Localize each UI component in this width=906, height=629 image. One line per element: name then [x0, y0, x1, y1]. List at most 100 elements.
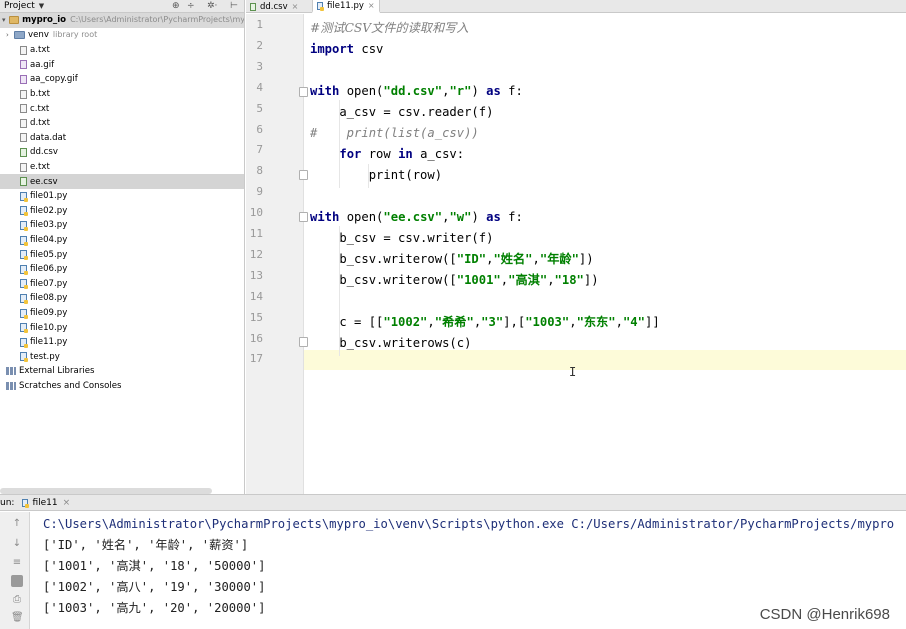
code-line-12: b_csv.writerow(["ID","姓名","年龄"]) — [310, 252, 594, 266]
tree-item-file[interactable]: b.txt — [0, 87, 244, 102]
tree-item-file[interactable]: c.txt — [0, 101, 244, 116]
tab-label: dd.csv — [260, 1, 288, 12]
tree-item-file[interactable]: test.py — [0, 350, 244, 365]
python-file-icon — [20, 308, 28, 319]
chevron-right-icon[interactable]: › — [6, 28, 14, 42]
tree-item-label: venv — [28, 30, 49, 41]
code-editor: dd.csv × file11.py × 1 2 3 4 5 6 7 8 9 10 11 12 13 14… — [246, 0, 906, 494]
line-number: 12 — [249, 247, 263, 261]
code-line-16: b_csv.writerows(c) — [310, 336, 472, 350]
tree-item-file[interactable]: dd.csv — [0, 145, 244, 160]
tree-item-file[interactable]: ee.csv — [0, 174, 244, 189]
line-number: 5 — [256, 101, 263, 115]
root-folder-path: C:\Users\Administrator\PycharmProjects\m… — [70, 15, 245, 25]
arrow-up-icon[interactable]: ↑ — [11, 518, 23, 530]
fold-marker-icon[interactable] — [299, 212, 308, 222]
scroll-to-end-icon[interactable] — [11, 575, 23, 587]
close-icon[interactable]: × — [63, 498, 71, 508]
run-tab-label: file11 — [32, 497, 58, 508]
tree-item-file[interactable]: aa.gif — [0, 58, 244, 73]
tree-item-file[interactable]: aa_copy.gif — [0, 72, 244, 87]
editor-tab-bar: dd.csv × file11.py × — [246, 0, 906, 13]
txt-file-icon — [20, 162, 27, 172]
python-file-icon — [20, 279, 28, 290]
tree-item-label: file09.py — [30, 308, 68, 319]
run-tab-file11[interactable]: file11 × — [22, 498, 70, 508]
collapse-icon[interactable]: ÷ — [187, 1, 195, 11]
gear-icon[interactable]: ✲· — [207, 1, 217, 11]
tree-item-label: file07.py — [30, 278, 68, 289]
tree-item-label: file04.py — [30, 235, 68, 246]
fold-marker-icon[interactable] — [299, 170, 308, 180]
code-area[interactable]: #测试CSV文件的读取和写入 import csv with open("dd.… — [310, 14, 906, 494]
tree-item-file[interactable]: file07.py — [0, 277, 244, 292]
console-line: ['1001', '高淇', '18', '50000'] — [43, 559, 266, 573]
dat-file-icon — [20, 133, 27, 143]
hide-icon[interactable]: ⊢ — [230, 1, 238, 11]
python-file-icon — [20, 323, 28, 334]
tree-item-label: d.txt — [30, 118, 51, 129]
run-panel-label: un: — [0, 497, 15, 508]
python-file-icon — [20, 293, 28, 304]
tree-item-scratches[interactable]: Scratches and Consoles — [0, 379, 244, 394]
python-file-icon — [20, 235, 28, 246]
tree-item-file[interactable]: file11.py — [0, 335, 244, 350]
tree-item-file[interactable]: file03.py — [0, 218, 244, 233]
code-line-5: a_csv = csv.reader(f) — [310, 105, 494, 119]
python-file-icon — [20, 337, 28, 348]
tree-item-file[interactable]: file09.py — [0, 306, 244, 321]
chevron-down-icon[interactable]: ▼ — [39, 2, 44, 10]
tree-item-label: c.txt — [30, 103, 50, 114]
watermark: CSDN @Henrik698 — [759, 606, 890, 623]
python-file-icon — [22, 498, 30, 508]
library-icon — [6, 367, 16, 376]
code-line-6: # print(list(a_csv)) — [310, 126, 479, 140]
tab-file11-py[interactable]: file11.py × — [312, 0, 380, 13]
close-icon[interactable]: × — [368, 1, 375, 10]
tree-item-file[interactable]: file04.py — [0, 233, 244, 248]
globe-icon[interactable]: ⊕ — [172, 1, 180, 11]
trash-icon[interactable]: 🗑 — [11, 612, 24, 624]
tree-item-file[interactable]: file05.py — [0, 247, 244, 262]
tree-item-label: b.txt — [30, 89, 51, 100]
tree-item-venv[interactable]: › venv library root — [0, 28, 244, 43]
text-cursor-icon: I — [569, 365, 577, 379]
print-icon[interactable]: ⎙ — [11, 594, 23, 606]
folder-icon — [9, 16, 20, 25]
fold-marker-icon[interactable] — [299, 337, 308, 347]
line-number: 10 — [249, 206, 263, 220]
run-toolbar: ↑ ↓ ≡ ⎙ 🗑 — [0, 512, 30, 629]
code-line-7: for row in a_csv: — [339, 147, 465, 161]
close-icon[interactable]: × — [292, 2, 299, 11]
tree-item-file[interactable]: file06.py — [0, 262, 244, 277]
line-number: 1 — [256, 18, 263, 31]
console-output[interactable]: C:\Users\Administrator\PycharmProjects\m… — [43, 514, 906, 619]
python-file-icon — [20, 191, 28, 202]
txt-file-icon — [20, 118, 27, 128]
tree-item-label: file03.py — [30, 220, 68, 231]
tree-item-file[interactable]: data.dat — [0, 131, 244, 146]
console-line: ['1002', '高八', '19', '30000'] — [43, 580, 266, 594]
tree-root[interactable]: ▾ mypro_io C:\Users\Administrator\Pychar… — [0, 13, 245, 28]
tree-item-file[interactable]: e.txt — [0, 160, 244, 175]
fold-marker-icon[interactable] — [299, 87, 308, 97]
tree-item-file[interactable]: file08.py — [0, 291, 244, 306]
tree-item-file[interactable]: file01.py — [0, 189, 244, 204]
tree-item-external-libraries[interactable]: External Libraries — [0, 364, 244, 379]
tree-item-file[interactable]: a.txt — [0, 43, 244, 58]
project-panel: Project ▼ ⊕ ÷ ✲· ⊢ ▾ mypro_io C:\Users\A… — [0, 0, 245, 494]
chevron-down-icon[interactable]: ▾ — [2, 13, 9, 27]
tree-item-file[interactable]: d.txt — [0, 116, 244, 131]
line-number: 16 — [249, 331, 263, 345]
tree-item-label: file05.py — [30, 249, 68, 260]
tab-dd-csv[interactable]: dd.csv × — [246, 0, 302, 13]
soft-wrap-icon[interactable]: ≡ — [11, 557, 23, 569]
tree-item-file[interactable]: file02.py — [0, 204, 244, 219]
project-panel-title[interactable]: Project — [0, 1, 35, 11]
line-number: 13 — [249, 268, 263, 282]
tree-item-file[interactable]: file10.py — [0, 320, 244, 335]
line-number: 3 — [256, 59, 263, 73]
tree-item-label: aa.gif — [30, 59, 55, 70]
arrow-down-icon[interactable]: ↓ — [11, 538, 23, 550]
code-line-11: b_csv = csv.writer(f) — [310, 231, 494, 245]
